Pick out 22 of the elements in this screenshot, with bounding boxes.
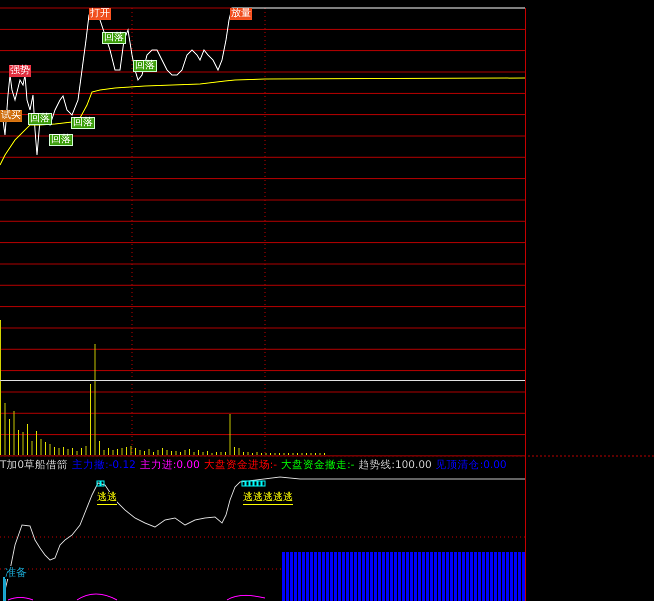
- ready-signal-label: 准备: [5, 566, 27, 579]
- signal-label: 试买: [0, 110, 22, 122]
- indicator-value: 主力撤:-0.12: [72, 458, 136, 472]
- indicator-value: 主力进:0.00: [140, 458, 200, 472]
- indicator-value: 趋势线:100.00: [358, 458, 432, 472]
- ready-bar: [3, 577, 6, 601]
- indicator-name: T加0草船借箭: [0, 458, 68, 472]
- signal-label: 回落: [133, 60, 157, 72]
- indicator-value: 大盘资金撤走:-: [281, 458, 354, 472]
- signal-label: 回落: [71, 117, 95, 129]
- signal-label: 回落: [28, 113, 52, 125]
- marker-icon: [242, 480, 266, 486]
- indicator-value: 见顶清仓:0.00: [436, 458, 507, 472]
- indicator-value: 大盘资金进场:-: [204, 458, 278, 472]
- signal-label: 回落: [49, 134, 73, 146]
- marker-icon: [96, 480, 104, 486]
- signal-label: 放量: [230, 8, 252, 20]
- escape-signal-label: 逃逃: [97, 492, 117, 505]
- signal-label: 打开: [89, 8, 111, 20]
- signal-label: 回落: [102, 32, 126, 44]
- signal-label: 强势: [9, 65, 31, 77]
- escape-signal-label: 逃逃逃逃逃: [243, 492, 293, 505]
